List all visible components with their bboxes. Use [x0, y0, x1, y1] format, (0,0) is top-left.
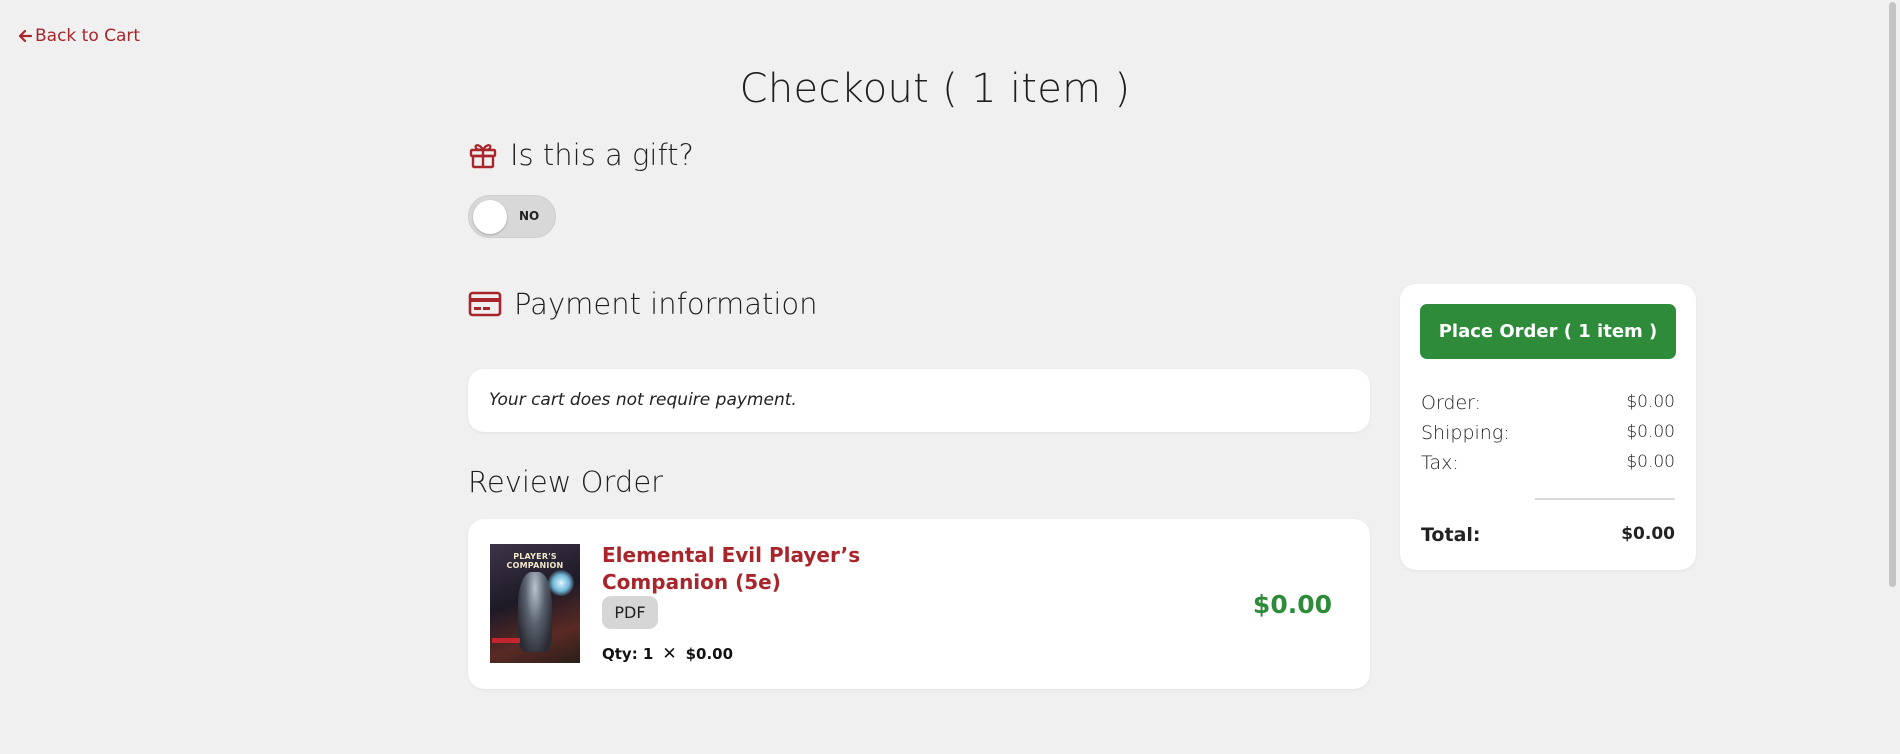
page-title: Checkout ( 1 item ) [739, 66, 1131, 112]
gift-icon [469, 144, 497, 169]
summary-total-row: Total: $0.00 [1421, 524, 1675, 546]
order-value: $0.00 [1626, 392, 1675, 412]
shipping-label: Shipping: [1421, 422, 1510, 444]
page-scrollbar[interactable] [1885, 0, 1900, 754]
payment-info-card: Your cart does not require payment. [468, 369, 1370, 432]
gift-section-heading: Is this a gift? [468, 138, 694, 172]
total-value: $0.00 [1621, 524, 1675, 544]
gift-toggle[interactable]: NO [468, 195, 556, 238]
line-total-price: $0.00 [1252, 590, 1332, 619]
payment-note: Your cart does not require payment. [489, 390, 797, 410]
quantity-line: Qty: 1 ✕ $0.00 [602, 644, 733, 664]
gift-toggle-label: NO [519, 209, 540, 223]
cover-figure [518, 572, 552, 652]
total-label: Total: [1421, 524, 1481, 546]
scrollbar-thumb[interactable] [1889, 2, 1896, 587]
credit-card-icon [468, 291, 502, 317]
tax-value: $0.00 [1626, 452, 1675, 472]
checkout-page: Back to Cart Checkout ( 1 item ) Is this… [0, 0, 1900, 754]
payment-section-heading: Payment information [468, 287, 818, 321]
close-icon: ✕ [662, 644, 677, 664]
gift-heading-text: Is this a gift? [510, 138, 694, 172]
product-cover-image[interactable]: PLAYER'S COMPANION [490, 544, 580, 663]
payment-heading-text: Payment information [514, 287, 818, 321]
review-order-heading: Review Order [468, 465, 664, 499]
shipping-value: $0.00 [1626, 422, 1675, 442]
order-label: Order: [1421, 392, 1482, 414]
cover-title-text: PLAYER'S COMPANION [506, 552, 564, 570]
format-badge: PDF [602, 596, 658, 629]
summary-divider [1535, 498, 1675, 500]
toggle-knob [473, 200, 507, 234]
summary-tax-row: Tax: $0.00 [1421, 452, 1675, 474]
summary-shipping-row: Shipping: $0.00 [1421, 422, 1675, 444]
back-to-cart-label: Back to Cart [35, 26, 141, 46]
tax-label: Tax: [1421, 452, 1459, 474]
cover-glow [548, 570, 574, 596]
product-name-link[interactable]: Elemental Evil Player’s Companion (5e) [602, 542, 962, 596]
order-summary-card: Place Order ( 1 item ) Order: $0.00 Ship… [1400, 284, 1696, 570]
unit-price: $0.00 [685, 645, 734, 663]
cover-logo-stripe [492, 638, 520, 643]
summary-order-row: Order: $0.00 [1421, 392, 1675, 414]
place-order-button[interactable]: Place Order ( 1 item ) [1420, 304, 1676, 359]
back-to-cart-link[interactable]: Back to Cart [17, 26, 140, 46]
order-item-card: PLAYER'S COMPANION Elemental Evil Player… [468, 519, 1370, 689]
arrow-left-icon [18, 29, 33, 43]
quantity-label: Qty: 1 [602, 645, 654, 663]
